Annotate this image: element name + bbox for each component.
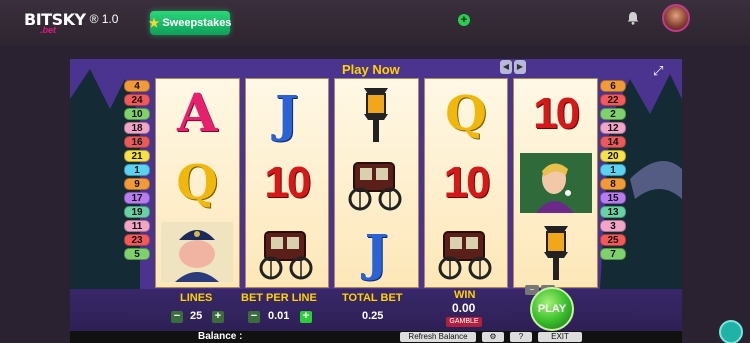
balance-label: Balance :	[198, 331, 243, 342]
payline-marker[interactable]: 4	[124, 80, 150, 92]
lines-plus-button[interactable]: +	[212, 311, 224, 323]
payline-marker[interactable]: 2	[600, 108, 626, 120]
policeman-symbol	[156, 218, 239, 287]
plus-circle-icon[interactable]: +	[458, 14, 470, 26]
payline-marker[interactable]: 1	[124, 164, 150, 176]
payline-marker[interactable]: 5	[124, 248, 150, 260]
bet-per-line-value: 0.01	[268, 310, 290, 322]
payline-marker[interactable]: 10	[124, 108, 150, 120]
settings-icon[interactable]: ⚙	[482, 332, 504, 342]
letter-symbol: 10	[533, 88, 580, 138]
lamp-symbol	[514, 218, 597, 287]
reel: J 10	[244, 78, 330, 288]
exit-button[interactable]: EXIT	[538, 332, 582, 342]
lines-label: LINES	[180, 292, 213, 304]
page-arrows: ◀ ▶	[500, 60, 526, 74]
payline-marker[interactable]: 3	[600, 220, 626, 232]
fullscreen-icon[interactable]: ⤢	[653, 64, 667, 78]
reel: J	[334, 78, 419, 288]
arrow-right-icon[interactable]: ▶	[514, 60, 526, 74]
paylines-right: 6 22 2 12 14 20 1 8 15 13 3 25 7	[600, 80, 626, 260]
gamble-button[interactable]: GAMBLE	[446, 317, 482, 327]
reel: Q 10	[423, 78, 509, 288]
letter-symbol: 10	[443, 157, 491, 207]
sweepstakes-label: Sweepstakes	[162, 17, 232, 29]
payline-marker[interactable]: 25	[600, 234, 626, 246]
letter-symbol: A	[177, 83, 218, 145]
payline-marker[interactable]: 11	[124, 220, 150, 232]
payline-marker[interactable]: 24	[124, 94, 150, 106]
payline-marker[interactable]: 21	[124, 150, 150, 162]
win-value: 0.00	[452, 301, 476, 315]
top-bar: BITSKY .bet ® 1.0 ★ Sweepstakes +	[0, 0, 750, 46]
brand-logo[interactable]: BITSKY .bet ® 1.0	[24, 10, 119, 35]
avatar[interactable]	[662, 4, 690, 32]
payline-marker[interactable]: 19	[124, 206, 150, 218]
lines-value: 25	[190, 310, 203, 322]
win-label: WIN	[454, 289, 476, 301]
payline-marker[interactable]: 1	[600, 164, 626, 176]
refresh-balance-button[interactable]: Refresh Balance	[400, 332, 476, 342]
payline-marker[interactable]: 9	[124, 178, 150, 190]
payline-marker[interactable]: 13	[600, 206, 626, 218]
carriage-symbol	[335, 148, 418, 217]
payline-marker[interactable]: 18	[124, 122, 150, 134]
paylines-left: 4 24 10 18 16 21 1 9 17 19 11 23 5	[124, 80, 150, 260]
sweepstakes-button[interactable]: ★ Sweepstakes	[148, 11, 232, 35]
reel: AQ	[155, 78, 240, 288]
payline-marker[interactable]: 16	[124, 136, 150, 148]
payline-marker[interactable]: 8	[600, 178, 626, 190]
payline-marker[interactable]: 17	[124, 192, 150, 204]
payline-marker[interactable]: 23	[124, 234, 150, 246]
letter-symbol: Q	[176, 154, 219, 211]
bet-minus-button[interactable]: −	[248, 311, 260, 323]
arrow-left-icon[interactable]: ◀	[500, 60, 512, 74]
total-bet-value: 0.25	[362, 310, 384, 322]
letter-symbol: J	[275, 84, 299, 144]
payline-marker[interactable]: 12	[600, 122, 626, 134]
letter-symbol: 10	[264, 157, 311, 207]
bet-per-line-label: BET PER LINE	[241, 292, 317, 304]
brand-sub: .bet	[40, 25, 57, 35]
gentleman-symbol	[514, 148, 597, 217]
brand-version: ® 1.0	[89, 12, 119, 26]
letter-symbol: Q	[445, 85, 487, 142]
bet-plus-button[interactable]: +	[300, 311, 312, 323]
payline-marker[interactable]: 6	[600, 80, 626, 92]
letter-symbol: J	[364, 222, 389, 282]
play-now-banner: Play Now	[342, 62, 400, 77]
slot-game: Play Now ◀ ▶ ⤢ 4 24 10 18 16 21 1 9 17 19 11 23 5 62…	[70, 59, 682, 343]
reels: A Q J 10 J Q 10 10	[155, 78, 598, 288]
bottom-bar: Balance : Refresh Balance ⚙ ? EXIT	[70, 331, 682, 343]
payline-marker[interactable]: 7	[600, 248, 626, 260]
chat-icon[interactable]	[719, 320, 743, 343]
payline-marker[interactable]: 14	[600, 136, 626, 148]
bell-icon[interactable]	[626, 11, 640, 25]
lamp-symbol	[335, 79, 418, 148]
reel: 10	[513, 78, 598, 288]
star-icon: ★	[148, 16, 160, 30]
lines-minus-button[interactable]: −	[171, 311, 183, 323]
payline-marker[interactable]: 20	[600, 150, 626, 162]
payline-marker[interactable]: 22	[600, 94, 626, 106]
total-bet-label: TOTAL BET	[342, 292, 403, 304]
carriage-symbol	[246, 218, 329, 287]
payline-marker[interactable]: 15	[600, 192, 626, 204]
play-spin-button[interactable]: PLAY	[530, 287, 574, 331]
carriage-symbol	[425, 218, 508, 287]
help-button[interactable]: ?	[510, 332, 532, 342]
